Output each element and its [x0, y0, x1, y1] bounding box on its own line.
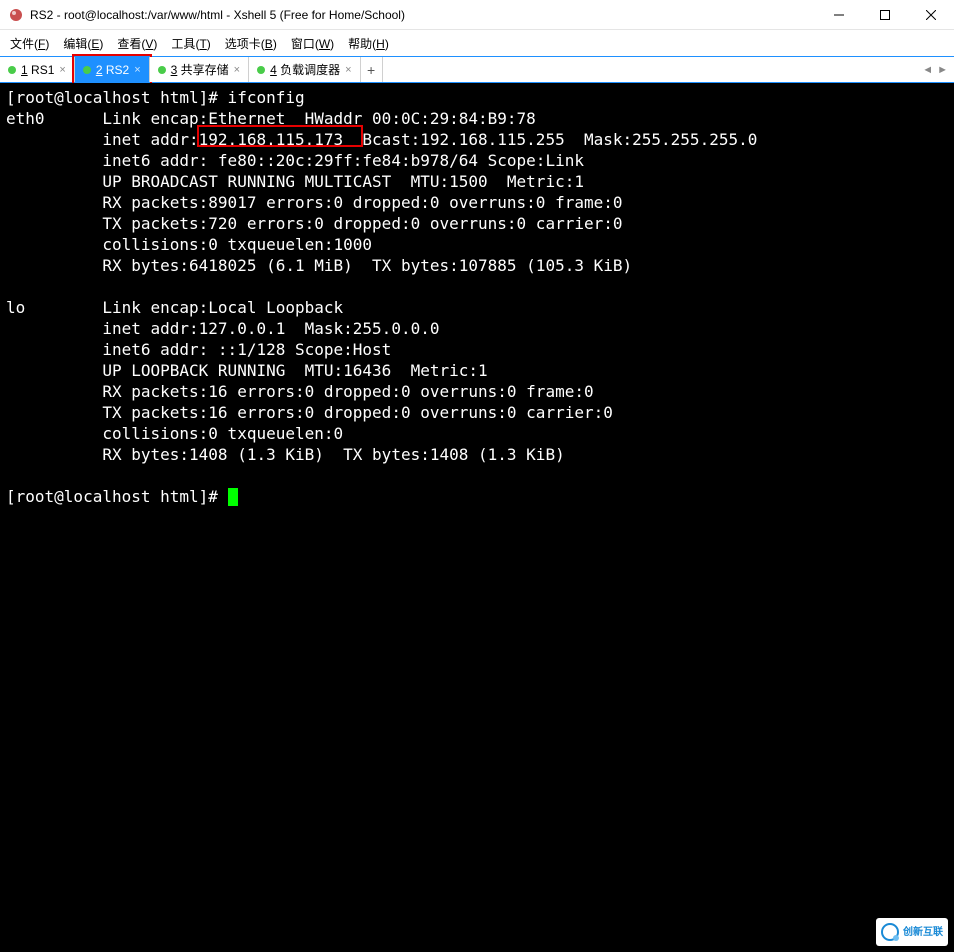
terminal-line: TX packets:16 errors:0 dropped:0 overrun…: [6, 403, 613, 422]
tab-add-button[interactable]: +: [361, 57, 383, 82]
tab-nav-left-icon[interactable]: ◄: [922, 64, 933, 76]
menu-tools[interactable]: 工具(T): [171, 35, 210, 52]
window-controls: [816, 0, 954, 29]
tab-label: 2 RS2: [96, 63, 129, 77]
terminal-line: TX packets:720 errors:0 dropped:0 overru…: [6, 214, 623, 233]
tab-rs1[interactable]: 1 RS1 ×: [0, 57, 75, 82]
terminal-line: collisions:0 txqueuelen:0: [6, 424, 343, 443]
terminal-line: RX packets:89017 errors:0 dropped:0 over…: [6, 193, 623, 212]
menubar: 文件(F) 编辑(E) 查看(V) 工具(T) 选项卡(B) 窗口(W) 帮助(…: [0, 30, 954, 56]
terminal-line: RX bytes:1408 (1.3 KiB) TX bytes:1408 (1…: [6, 445, 565, 464]
app-icon: [8, 7, 24, 23]
tabbar: 1 RS1 × 2 RS2 × 3 共享存储 × 4 负载调度器 × + ◄ ►: [0, 56, 954, 83]
tab-nav-right-icon[interactable]: ►: [937, 64, 948, 76]
terminal-line: UP LOOPBACK RUNNING MTU:16436 Metric:1: [6, 361, 488, 380]
tab-shared-storage[interactable]: 3 共享存储 ×: [150, 57, 249, 82]
cursor-icon: [228, 488, 238, 506]
terminal-prompt: [root@localhost html]#: [6, 487, 228, 506]
menu-file[interactable]: 文件(F): [10, 35, 49, 52]
menu-help[interactable]: 帮助(H): [348, 35, 389, 52]
watermark-icon: [881, 923, 899, 941]
tab-close-icon[interactable]: ×: [134, 64, 140, 76]
titlebar: RS2 - root@localhost:/var/www/html - Xsh…: [0, 0, 954, 30]
terminal-line: inet6 addr: fe80::20c:29ff:fe84:b978/64 …: [6, 151, 584, 170]
status-dot-icon: [158, 66, 166, 74]
tab-close-icon[interactable]: ×: [345, 64, 351, 76]
menu-view[interactable]: 查看(V): [117, 35, 157, 52]
terminal-line: lo Link encap:Local Loopback: [6, 298, 343, 317]
tab-label: 1 RS1: [21, 63, 54, 77]
tab-nav: ◄ ►: [916, 57, 954, 82]
maximize-button[interactable]: [862, 0, 908, 30]
menu-tab[interactable]: 选项卡(B): [225, 35, 277, 52]
tab-label: 3 共享存储: [171, 61, 229, 78]
menu-window[interactable]: 窗口(W): [291, 35, 334, 52]
terminal-line: UP BROADCAST RUNNING MULTICAST MTU:1500 …: [6, 172, 584, 191]
terminal-line: collisions:0 txqueuelen:1000: [6, 235, 372, 254]
menu-edit[interactable]: 编辑(E): [63, 35, 103, 52]
tab-label: 4 负载调度器: [270, 61, 340, 78]
terminal-line: inet addr:192.168.115.173 Bcast:192.168.…: [6, 130, 757, 149]
close-button[interactable]: [908, 0, 954, 30]
minimize-button[interactable]: [816, 0, 862, 30]
annotation-box: [197, 125, 363, 147]
terminal[interactable]: [root@localhost html]# ifconfig eth0 Lin…: [0, 83, 954, 952]
status-dot-icon: [8, 66, 16, 74]
tab-close-icon[interactable]: ×: [234, 64, 240, 76]
terminal-line: inet6 addr: ::1/128 Scope:Host: [6, 340, 391, 359]
watermark: 创新互联: [876, 918, 948, 946]
terminal-line: [root@localhost html]# ifconfig: [6, 88, 305, 107]
terminal-line: RX bytes:6418025 (6.1 MiB) TX bytes:1078…: [6, 256, 632, 275]
window-title: RS2 - root@localhost:/var/www/html - Xsh…: [30, 8, 816, 22]
status-dot-icon: [257, 66, 265, 74]
status-dot-icon: [83, 66, 91, 74]
terminal-line: RX packets:16 errors:0 dropped:0 overrun…: [6, 382, 594, 401]
watermark-text: 创新互联: [903, 922, 943, 943]
tab-rs2[interactable]: 2 RS2 ×: [75, 57, 150, 82]
tab-load-balancer[interactable]: 4 负载调度器 ×: [249, 57, 360, 82]
terminal-line: inet addr:127.0.0.1 Mask:255.0.0.0: [6, 319, 439, 338]
tab-close-icon[interactable]: ×: [59, 64, 65, 76]
